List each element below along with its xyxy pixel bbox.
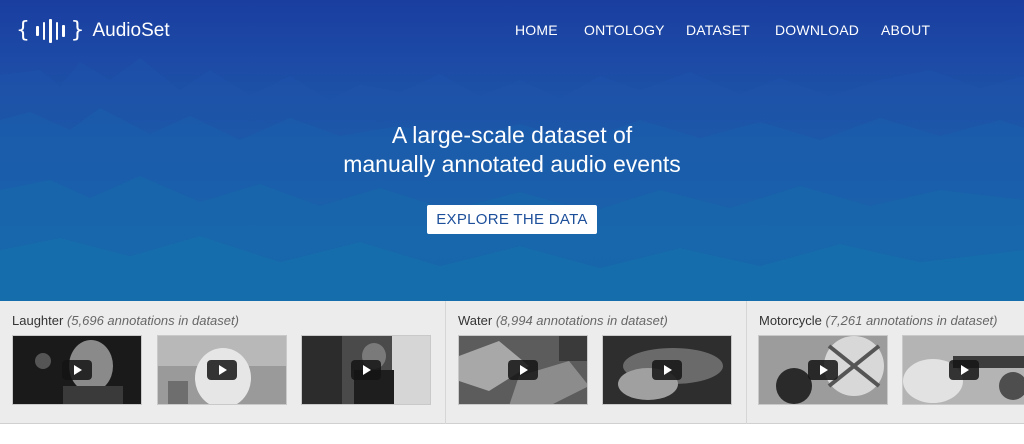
nav-ontology[interactable]: ONTOLOGY xyxy=(584,22,665,38)
annotation-count: (7,261 annotations in dataset) xyxy=(825,313,998,328)
logo-brace-open: { xyxy=(16,18,30,43)
play-icon[interactable] xyxy=(62,360,92,380)
waveform-icon xyxy=(34,16,67,46)
play-icon[interactable] xyxy=(351,360,381,380)
annotation-count: (8,994 annotations in dataset) xyxy=(495,313,668,328)
hero-headline-line1: A large-scale dataset of xyxy=(391,122,633,148)
play-icon[interactable] xyxy=(808,360,838,380)
video-thumbnail[interactable] xyxy=(758,335,888,405)
play-icon[interactable] xyxy=(652,360,682,380)
hero-headline-line2: manually annotated audio events xyxy=(343,151,681,177)
video-thumbnail[interactable] xyxy=(157,335,287,405)
annotation-count: (5,696 annotations in dataset) xyxy=(66,313,239,328)
sample-categories: Laughter (5,696 annotations in dataset) xyxy=(0,301,1024,424)
video-thumbnail[interactable] xyxy=(902,335,1024,405)
video-thumbnail[interactable] xyxy=(301,335,431,405)
category-title: Water (8,994 annotations in dataset) xyxy=(458,313,668,328)
category-laughter: Laughter (5,696 annotations in dataset) xyxy=(0,301,445,424)
category-title: Laughter (5,696 annotations in dataset) xyxy=(12,313,239,328)
video-thumbnail[interactable] xyxy=(602,335,732,405)
nav-download[interactable]: DOWNLOAD xyxy=(775,22,859,38)
brand-logo[interactable]: { } AudioSet xyxy=(16,16,170,46)
play-icon[interactable] xyxy=(508,360,538,380)
category-label: Water xyxy=(458,313,493,328)
brand-name: AudioSet xyxy=(92,20,170,41)
play-icon[interactable] xyxy=(948,360,979,380)
category-label: Laughter xyxy=(12,313,64,328)
nav-about[interactable]: ABOUT xyxy=(881,22,930,38)
category-title: Motorcycle (7,261 annotations in dataset… xyxy=(759,313,998,328)
nav-dataset[interactable]: DATASET xyxy=(686,22,750,38)
category-motorcycle: Motorcycle (7,261 annotations in dataset… xyxy=(747,301,1024,424)
category-water: Water (8,994 annotations in dataset) xyxy=(446,301,746,424)
nav-home[interactable]: HOME xyxy=(515,22,558,38)
video-thumbnail[interactable] xyxy=(12,335,142,405)
category-label: Motorcycle xyxy=(759,313,822,328)
video-thumbnail[interactable] xyxy=(458,335,588,405)
hero-banner: { } AudioSet HOME ONTOLOGY DATASET DOWNL… xyxy=(0,0,1024,301)
logo-brace-close: } xyxy=(70,18,85,43)
explore-data-button[interactable]: EXPLORE THE DATA xyxy=(427,205,597,234)
play-icon[interactable] xyxy=(207,360,237,380)
